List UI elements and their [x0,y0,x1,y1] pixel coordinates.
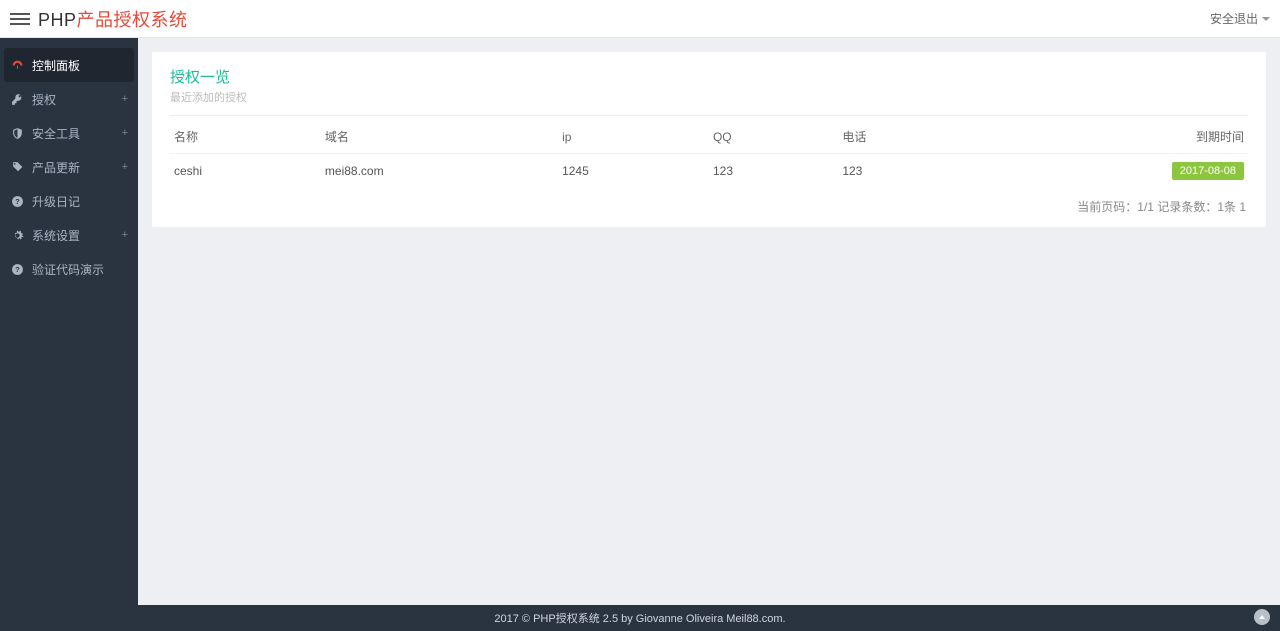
key-icon [10,92,24,106]
cell-domain: mei88.com [321,154,558,189]
sidebar-item-verify-demo[interactable]: ? 验证代码演示 [0,252,138,286]
col-phone: 电话 [838,120,1097,154]
col-name: 名称 [170,120,321,154]
expand-icon: + [122,127,128,139]
sidebar-item-settings[interactable]: 系统设置 + [0,218,138,252]
svg-text:?: ? [15,265,20,274]
layout: 控制面板 授权 + 安全工具 + 产品更新 + ? [0,38,1280,605]
help-icon: ? [10,262,24,276]
cell-name: ceshi [170,154,321,189]
logout-dropdown[interactable]: 安全退出 [1210,10,1270,27]
brand-prefix: PHP [38,10,77,30]
expand-icon: + [122,161,128,173]
footer: 2017 © PHP授权系统 2.5 by Giovanne Oliveira … [0,605,1280,631]
topbar: PHP产品授权系统 安全退出 [0,0,1280,38]
expand-icon: + [122,229,128,241]
col-domain: 域名 [321,120,558,154]
brand-title: PHP产品授权系统 [38,6,188,32]
content-area: 授权一览 最近添加的授权 名称 域名 ip QQ 电话 到期时间 ceshi [138,38,1280,605]
cogs-icon [10,228,24,242]
sidebar-item-security[interactable]: 安全工具 + [0,116,138,150]
sidebar: 控制面板 授权 + 安全工具 + 产品更新 + ? [0,38,138,605]
shield-icon [10,126,24,140]
panel-title: 授权一览 [170,66,1248,87]
cell-phone: 123 [838,154,1097,189]
col-qq: QQ [709,120,838,154]
svg-text:?: ? [15,197,20,206]
dashboard-icon [10,58,24,72]
table-row[interactable]: ceshi mei88.com 1245 123 123 2017-08-08 [170,154,1248,189]
tags-icon [10,160,24,174]
menu-toggle-icon[interactable] [10,9,30,29]
sidebar-item-label: 验证代码演示 [32,261,104,278]
table-header-row: 名称 域名 ip QQ 电话 到期时间 [170,120,1248,154]
cell-expire: 2017-08-08 [1097,154,1248,189]
footer-text: 2017 © PHP授权系统 2.5 by Giovanne Oliveira … [494,610,785,626]
expand-icon: + [122,93,128,105]
cell-ip: 1245 [558,154,709,189]
panel-auth-list: 授权一览 最近添加的授权 名称 域名 ip QQ 电话 到期时间 ceshi [152,52,1266,227]
cell-qq: 123 [709,154,838,189]
sidebar-item-label: 产品更新 [32,159,80,176]
auth-table: 名称 域名 ip QQ 电话 到期时间 ceshi mei88.com 1245… [170,120,1248,188]
col-ip: ip [558,120,709,154]
sidebar-item-dashboard[interactable]: 控制面板 [4,48,134,82]
sidebar-item-auth[interactable]: 授权 + [0,82,138,116]
expire-badge: 2017-08-08 [1172,162,1244,180]
sidebar-item-update[interactable]: 产品更新 + [0,150,138,184]
chevron-down-icon [1262,17,1270,21]
pager-info: 当前页码：1/1 记录条数：1条 1 [170,188,1248,217]
brand-suffix: 产品授权系统 [77,10,188,30]
sidebar-item-label: 升级日记 [32,193,80,210]
sidebar-item-label: 安全工具 [32,125,80,142]
panel-subtitle: 最近添加的授权 [170,89,1248,116]
sidebar-item-label: 授权 [32,91,56,108]
scroll-top-button[interactable] [1254,609,1270,625]
sidebar-item-changelog[interactable]: ? 升级日记 [0,184,138,218]
help-icon: ? [10,194,24,208]
logout-label: 安全退出 [1210,10,1258,27]
sidebar-item-label: 系统设置 [32,227,80,244]
sidebar-item-label: 控制面板 [32,57,80,74]
col-expire: 到期时间 [1097,120,1248,154]
